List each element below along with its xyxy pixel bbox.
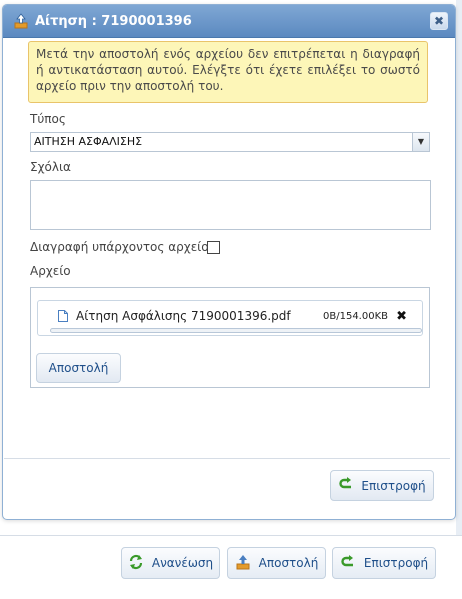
uploaded-file-item: Αίτηση Ασφάλισης 7190001396.pdf 0B/154.0… [37,300,423,336]
file-icon [58,310,68,322]
dialog-titlebar[interactable]: Αίτηση : 7190001396 [3,5,455,38]
file-name: Αίτηση Ασφάλισης 7190001396.pdf [76,309,291,323]
file-upload-area: Αίτηση Ασφάλισης 7190001396.pdf 0B/154.0… [30,287,430,388]
type-label: Τύπος [30,112,66,126]
delete-existing-label: Διαγραφή υπάρχοντος αρχείου [30,240,216,254]
type-select[interactable]: ΑΙΤΗΣΗ ΑΣΦΑΛΙΣΗΣ ▼ [30,132,430,152]
footer-send-button[interactable]: Αποστολή [227,547,326,579]
background-page-edge [456,0,462,599]
return-icon [340,554,356,573]
send-button[interactable]: Αποστολή [36,353,121,383]
upload-icon [235,554,251,573]
warning-message: Μετά την αποστολή ενός αρχείου δεν επιτρ… [28,41,428,103]
chevron-down-icon[interactable]: ▼ [412,133,429,151]
refresh-icon [128,554,144,573]
refresh-button-label: Ανανέωση [151,556,214,570]
return-button-label: Επιστροφή [361,478,426,493]
file-label: Αρχείο [30,264,71,278]
file-size: 0B/154.00KB [323,311,388,322]
refresh-button[interactable]: Ανανέωση [121,547,220,579]
footer-return-button[interactable]: Επιστροφή [332,547,436,579]
upload-progress-bar [50,328,422,333]
remove-file-icon[interactable]: ✖ [396,309,407,324]
footer-send-button-label: Αποστολή [258,556,319,570]
comments-field[interactable] [30,180,431,230]
return-icon [338,476,354,495]
dialog-title: Αίτηση : 7190001396 [35,13,192,29]
send-button-label: Αποστολή [48,361,109,375]
delete-existing-checkbox[interactable] [207,241,220,254]
comments-label: Σχόλια [30,160,71,174]
upload-icon [13,13,29,29]
footer-return-button-label: Επιστροφή [363,556,429,570]
close-icon[interactable]: ✖ [430,12,448,30]
dialog-separator [4,458,450,459]
return-button[interactable]: Επιστροφή [330,470,434,501]
type-select-value: ΑΙΤΗΣΗ ΑΣΦΑΛΙΣΗΣ [34,135,143,148]
